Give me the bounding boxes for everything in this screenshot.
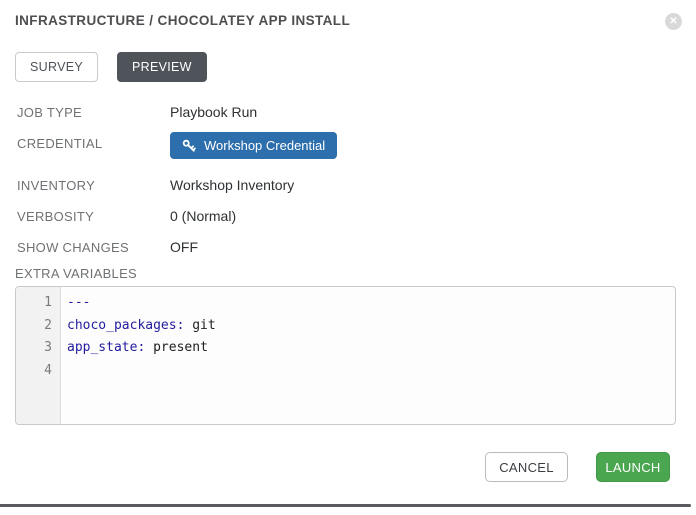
yaml-token: app_state: bbox=[67, 340, 145, 355]
show-changes-value: OFF bbox=[170, 239, 198, 255]
code-line: app_state: present bbox=[67, 337, 675, 360]
credential-pill-label: Workshop Credential bbox=[204, 138, 325, 153]
verbosity-label: VERBOSITY bbox=[17, 209, 94, 224]
yaml-token: --- bbox=[67, 295, 90, 310]
editor-code-area[interactable]: --- choco_packages: git app_state: prese… bbox=[61, 287, 675, 424]
modal-bottom-edge bbox=[0, 504, 691, 507]
close-icon[interactable]: ✕ bbox=[665, 13, 682, 30]
launch-button[interactable]: LAUNCH bbox=[596, 452, 670, 482]
cancel-button[interactable]: CANCEL bbox=[485, 452, 568, 482]
line-number: 1 bbox=[16, 292, 60, 315]
yaml-token: present bbox=[145, 340, 208, 355]
code-line: choco_packages: git bbox=[67, 315, 675, 338]
tab-preview[interactable]: PREVIEW bbox=[117, 52, 207, 82]
line-number: 3 bbox=[16, 337, 60, 360]
key-icon bbox=[182, 139, 196, 153]
yaml-token: choco_packages: bbox=[67, 318, 184, 333]
dialog-title: INFRASTRUCTURE / CHOCOLATEY APP INSTALL bbox=[15, 13, 350, 28]
editor-gutter: 1 2 3 4 bbox=[16, 287, 61, 424]
credential-label: CREDENTIAL bbox=[17, 136, 102, 151]
credential-pill[interactable]: Workshop Credential bbox=[170, 132, 337, 159]
show-changes-label: SHOW CHANGES bbox=[17, 240, 129, 255]
job-type-value: Playbook Run bbox=[170, 104, 257, 120]
extra-variables-label: EXTRA VARIABLES bbox=[15, 266, 137, 281]
line-number: 2 bbox=[16, 315, 60, 338]
job-type-label: JOB TYPE bbox=[17, 105, 82, 120]
tab-bar: SURVEY PREVIEW bbox=[15, 52, 207, 82]
inventory-value: Workshop Inventory bbox=[170, 177, 294, 193]
code-line: --- bbox=[67, 292, 675, 315]
extra-variables-editor[interactable]: 1 2 3 4 --- choco_packages: git app_stat… bbox=[15, 286, 676, 425]
line-number: 4 bbox=[16, 360, 60, 383]
inventory-label: INVENTORY bbox=[17, 178, 95, 193]
verbosity-value: 0 (Normal) bbox=[170, 208, 236, 224]
yaml-token: git bbox=[184, 318, 215, 333]
tab-survey[interactable]: SURVEY bbox=[15, 52, 98, 82]
launch-preview-dialog: INFRASTRUCTURE / CHOCOLATEY APP INSTALL … bbox=[0, 0, 696, 515]
